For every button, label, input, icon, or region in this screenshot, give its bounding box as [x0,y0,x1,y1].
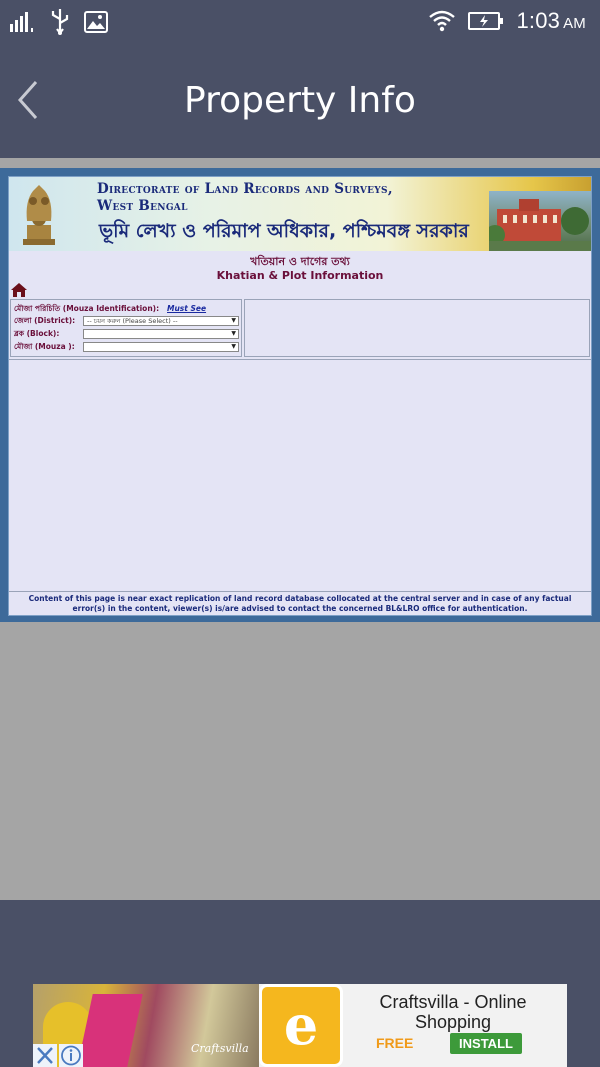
mouza-select[interactable]: ▼ [83,342,239,352]
status-right: 1:03 AM [428,6,586,36]
clock-time: 1:03 [516,8,561,33]
home-icon[interactable] [11,283,27,297]
dropdown-arrow-icon: ▼ [231,330,236,337]
close-icon [37,1047,53,1064]
ad-app-name: Craftsvilla - Online Shopping [379,992,527,1032]
state-emblem-icon [23,185,55,245]
battery-charging-icon [468,12,504,30]
building-icon [485,199,591,251]
site-banner: Directorate of Land Records and Surveys,… [9,177,591,251]
webview-frame: Directorate of Land Records and Surveys,… [0,168,600,622]
info-icon [61,1045,81,1066]
district-select-value: -- চয়ন করুন (Please Select) -- [87,317,178,325]
ad-close-button[interactable] [33,1044,57,1067]
image-icon [84,11,108,33]
mouza-label: মৌজা (Mouza ): [14,342,75,351]
mouza-form-panel: মৌজা পরিচিতি (Mouza Identification): Mus… [10,299,242,357]
dropdown-arrow-icon: ▼ [231,343,236,350]
webview-page: Directorate of Land Records and Surveys,… [8,176,592,616]
must-see-link[interactable]: Must See [167,304,206,313]
ad-photo-shape [77,994,143,1067]
ad-brand-watermark: Craftsvilla [191,1042,249,1055]
results-panel [244,299,590,357]
ad-info-button[interactable] [59,1044,83,1067]
page-title: Property Info [184,80,416,121]
ad-banner[interactable]: Craftsvilla e Craftsvilla - Online Shopp… [33,984,567,1067]
signal-icon [10,12,33,32]
ad-logo-letter: e [283,993,319,1057]
status-left [10,8,108,36]
district-select[interactable]: -- চয়ন করুন (Please Select) -- ▼ [83,316,239,326]
clock: 1:03 AM [516,8,586,34]
status-bar: 1:03 AM [0,0,600,44]
wifi-icon [429,10,456,32]
block-select[interactable]: ▼ [83,329,239,339]
usb-icon [51,9,69,35]
ad-price: FREE [376,1035,414,1051]
building-photo [485,191,591,251]
divider [9,359,591,360]
banner-title-english: Directorate of Land Records and Surveys,… [97,181,393,215]
block-label: ব্লক (Block): [14,329,60,338]
disclaimer-note: Content of this page is near exact repli… [28,594,572,613]
app-bar: Property Info [0,44,600,158]
district-label: জেলা (District): [14,316,76,325]
dropdown-arrow-icon: ▼ [231,317,236,324]
mouza-identification-label: মৌজা পরিচিতি (Mouza Identification): [14,304,160,313]
divider [9,591,591,592]
banner-line1: Directorate of Land Records and Surveys, [97,181,393,197]
banner-line2: West Bengal [97,198,188,214]
banner-title-bengali: ভূমি লেখ্য ও পরিমাপ অধিকার, পশ্চিমবঙ্গ স… [99,220,469,242]
install-button[interactable]: INSTALL [450,1033,522,1054]
clock-ampm: AM [563,15,586,32]
content-area: Directorate of Land Records and Surveys,… [0,158,600,900]
heading-english: Khatian & Plot Information [216,269,384,282]
ad-app-logo[interactable]: e [259,984,343,1067]
